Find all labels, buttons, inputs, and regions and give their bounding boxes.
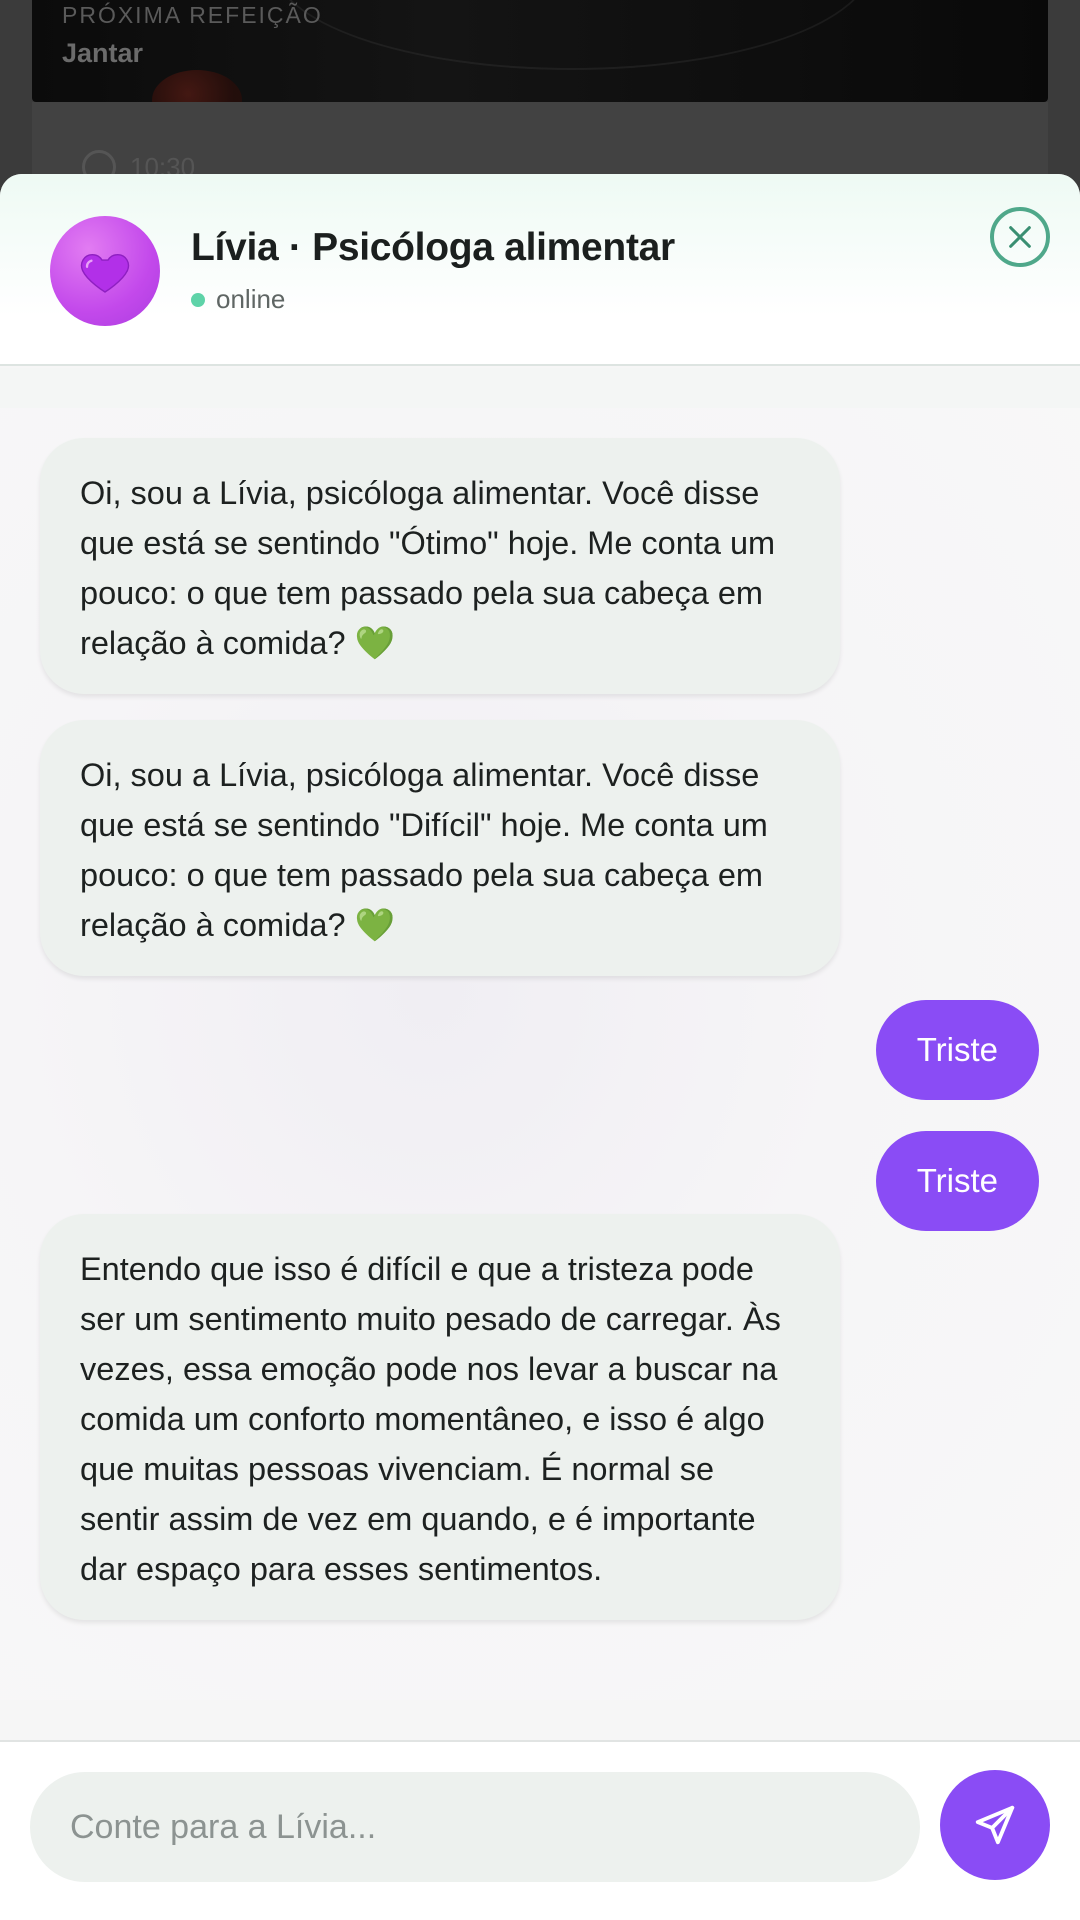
message-list[interactable]: Oi, sou a Lívia, psicóloga alimentar. Vo… bbox=[0, 408, 1080, 1700]
input-bar bbox=[0, 1740, 1080, 1920]
send-icon bbox=[975, 1805, 1015, 1845]
chat-sheet: Lívia · Psicóloga alimentar online Oi, s… bbox=[0, 174, 1080, 1920]
send-button[interactable] bbox=[940, 1770, 1050, 1880]
avatar bbox=[50, 216, 160, 326]
user-message: Triste bbox=[875, 1000, 1039, 1100]
close-icon bbox=[1009, 226, 1031, 248]
meal-name: Jantar bbox=[62, 38, 144, 68]
purple-heart-icon bbox=[80, 253, 130, 293]
message-input[interactable] bbox=[30, 1772, 920, 1882]
bot-message: Oi, sou a Lívia, psicóloga alimentar. Vo… bbox=[40, 438, 840, 694]
close-button[interactable] bbox=[990, 207, 1050, 267]
chat-header: Lívia · Psicóloga alimentar online bbox=[0, 174, 1080, 366]
user-message: Triste bbox=[875, 1131, 1039, 1231]
food-image bbox=[152, 70, 242, 102]
next-meal-card: PRÓXIMA REFEIÇÃO Jantar bbox=[32, 0, 1048, 102]
plate-image bbox=[272, 0, 872, 70]
bot-message: Oi, sou a Lívia, psicóloga alimentar. Vo… bbox=[40, 720, 840, 976]
bot-message: Entendo que isso é difícil e que a trist… bbox=[40, 1214, 840, 1620]
header-divider-band bbox=[0, 368, 1080, 408]
status-label: online bbox=[216, 284, 286, 314]
online-dot bbox=[191, 292, 205, 307]
meal-label: PRÓXIMA REFEIÇÃO bbox=[62, 2, 323, 28]
agent-name: Lívia · Psicóloga alimentar bbox=[191, 226, 675, 269]
online-status: online bbox=[191, 284, 285, 315]
